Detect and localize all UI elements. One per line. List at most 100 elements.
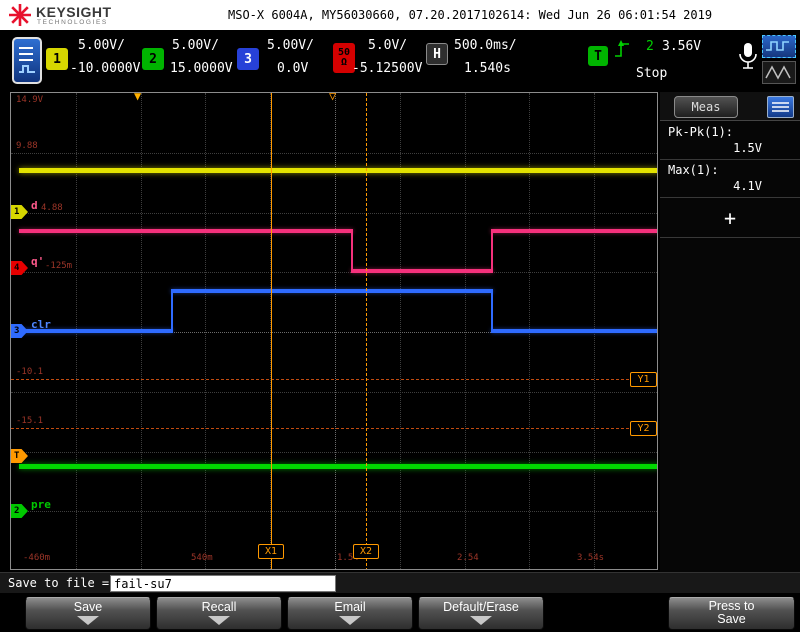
trigger-badge[interactable]: T — [588, 46, 608, 66]
softkey-label: Save — [717, 612, 746, 626]
ch1-trace — [19, 168, 657, 173]
x-axis-label: 540m — [191, 553, 213, 563]
down-arrow-icon — [208, 616, 230, 625]
signal-label-clr: clr — [31, 318, 51, 331]
menu-lines-icon — [772, 102, 789, 112]
horizontal-badge[interactable]: H — [426, 43, 448, 65]
y-axis-label: 9.88 — [16, 141, 38, 151]
meas-tab[interactable]: Meas — [674, 96, 738, 118]
trigger-source[interactable]: 2 — [646, 39, 654, 54]
ch4-trace-low — [351, 269, 493, 273]
channel-4-offset[interactable]: -5.12500V — [352, 61, 422, 76]
square-wave-icon — [766, 41, 789, 51]
main-menu-button[interactable] — [12, 37, 42, 84]
brand-name: KEYSIGHT — [36, 4, 112, 20]
waveform-generator-icon[interactable] — [762, 61, 796, 84]
waveform-display: 14.9V 9.88 4.88 -125m -10.1 -15.1 -460m … — [10, 92, 658, 570]
signal-label-pre: pre — [31, 498, 51, 511]
triangle-wave-icon — [765, 65, 791, 80]
run-state: Stop — [636, 66, 668, 81]
gridline — [11, 272, 657, 273]
ch3-trace-low-b — [491, 329, 657, 333]
measurement-item[interactable]: Pk-Pk(1): 1.5V — [660, 122, 800, 160]
y-axis-label: -15.1 — [16, 416, 44, 426]
channel-3-scale[interactable]: 5.00V/ — [267, 38, 314, 53]
measurement-panel-header: Meas — [660, 92, 800, 121]
channel-1-scale[interactable]: 5.00V/ — [78, 38, 125, 53]
delay-time-marker[interactable]: ▽ — [329, 93, 336, 103]
x-axis-label: 2.54 — [457, 553, 479, 563]
cursor-x2-line[interactable] — [366, 93, 367, 569]
channel-1-offset[interactable]: -10.0000V — [70, 61, 140, 76]
down-arrow-icon — [339, 616, 361, 625]
ch3-trace-high — [171, 289, 493, 293]
instrument-title: MSO-X 6004A, MY56030660, 07.20.201710261… — [228, 8, 713, 22]
channel-4-scale[interactable]: 5.0V/ — [368, 38, 407, 53]
softkey-save[interactable]: Save — [25, 597, 151, 630]
ch4-falling-edge — [351, 229, 353, 273]
softkey-recall[interactable]: Recall — [156, 597, 282, 630]
ch2-trace — [19, 464, 657, 469]
channel-2-offset[interactable]: 15.0000V — [170, 61, 233, 76]
ch2-ground-marker[interactable]: 2 — [11, 504, 28, 518]
softkey-label: Recall — [201, 600, 237, 614]
meas-menu-button[interactable] — [767, 96, 794, 118]
channel-3-offset[interactable]: 0.0V — [277, 61, 308, 76]
y-axis-label: -10.1 — [16, 367, 44, 377]
channel-1-badge[interactable]: 1 — [46, 48, 68, 70]
cursor-y1-line[interactable] — [11, 379, 657, 380]
channel-3-badge[interactable]: 3 — [237, 48, 259, 70]
softkey-default-erase[interactable]: Default/Erase — [418, 597, 544, 630]
gridline — [400, 93, 401, 569]
measurement-name: Pk-Pk(1): — [668, 125, 734, 139]
trigger-time-marker[interactable]: ▼ — [134, 93, 141, 103]
softkey-email[interactable]: Email — [287, 597, 413, 630]
measurement-value: 1.5V — [733, 141, 762, 155]
brand-subtitle: TECHNOLOGIES — [37, 19, 108, 26]
trigger-level[interactable]: 3.56V — [662, 39, 701, 54]
save-file-bar: Save to file = — [0, 572, 800, 593]
channel-settings-bar: 1 5.00V/ -10.0000V 2 5.00V/ 15.0000V 3 5… — [0, 30, 800, 92]
signal-label-d: d — [31, 199, 38, 212]
ch4-rising-edge — [491, 229, 493, 273]
ch4-trace-high-a — [19, 229, 353, 233]
gridline — [11, 392, 657, 393]
add-measurement-button[interactable]: + — [660, 198, 800, 238]
microphone-icon[interactable] — [739, 42, 757, 74]
cursor-y2-line[interactable] — [11, 428, 657, 429]
softkey-bar: Save Recall Email Default/Erase Press to… — [0, 593, 800, 632]
y-axis-label: 4.88 — [41, 203, 63, 213]
cursor-x1-flag[interactable]: X1 — [258, 544, 284, 559]
y-axis-label: 14.9V — [16, 95, 44, 105]
measurement-panel: Meas Pk-Pk(1): 1.5V Max(1): 4.1V + — [660, 92, 800, 572]
gridline-center — [335, 93, 336, 569]
menu-icon — [19, 47, 35, 73]
trigger-edge-icon — [615, 40, 629, 57]
down-arrow-icon — [77, 616, 99, 625]
gridline — [11, 511, 657, 512]
save-file-label: Save to file = — [8, 576, 110, 590]
cursor-y2-flag[interactable]: Y2 — [630, 421, 657, 436]
gridline — [205, 93, 206, 569]
gridline — [11, 213, 657, 214]
channel-2-badge[interactable]: 2 — [142, 48, 164, 70]
cursor-y1-flag[interactable]: Y1 — [630, 372, 657, 387]
waveform-display-icon[interactable] — [762, 35, 796, 58]
ch1-ground-marker[interactable]: 1 — [11, 205, 28, 219]
softkey-label: Save — [73, 600, 103, 614]
gridline — [465, 93, 466, 569]
measurement-item[interactable]: Max(1): 4.1V — [660, 160, 800, 198]
top-status-bar: KEYSIGHT TECHNOLOGIES MSO-X 6004A, MY560… — [0, 0, 800, 30]
ch4-trace-high-b — [491, 229, 657, 233]
cursor-x1-line[interactable] — [271, 93, 272, 569]
cursor-x2-flag[interactable]: X2 — [353, 544, 379, 559]
ch3-ground-marker[interactable]: 3 — [11, 324, 28, 338]
ch3-rising-edge — [171, 289, 173, 333]
x-axis-label: -460m — [23, 553, 51, 563]
softkey-press-to-save[interactable]: Press to Save — [668, 597, 795, 630]
timebase-delay[interactable]: 1.540s — [464, 61, 511, 76]
timebase-scale[interactable]: 500.0ms/ — [454, 38, 517, 53]
softkey-label: Email — [334, 600, 366, 614]
filename-input[interactable] — [110, 575, 336, 592]
channel-2-scale[interactable]: 5.00V/ — [172, 38, 219, 53]
